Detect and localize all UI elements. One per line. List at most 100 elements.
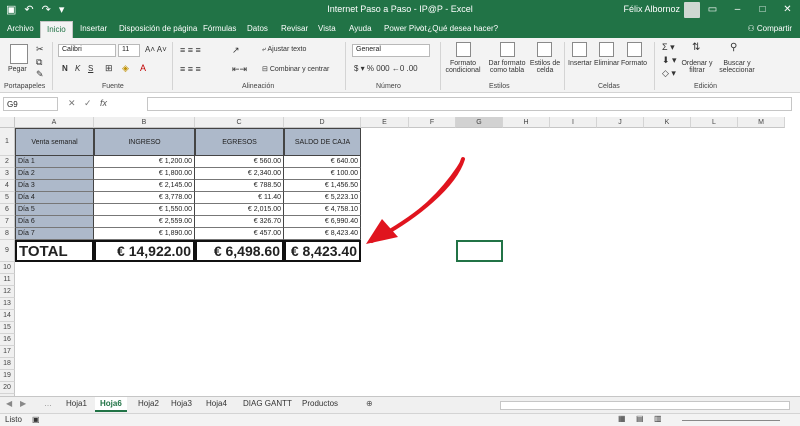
paste-label[interactable]: Pegar <box>8 66 27 73</box>
tab-archivo[interactable]: Archivo <box>7 24 34 33</box>
share-icon: ⚇ <box>747 24 757 33</box>
separator <box>52 42 53 90</box>
insert-cells-label[interactable]: Insertar <box>568 60 592 67</box>
italic-button[interactable]: K <box>75 64 80 73</box>
insert-cells-icon[interactable] <box>572 42 587 57</box>
lightbulb-icon: ♢ <box>418 24 428 33</box>
wrap-text-button[interactable]: ⤶ Ajustar texto <box>262 46 306 54</box>
share-label: Compartir <box>756 24 792 33</box>
font-size-select[interactable]: 11 <box>118 44 140 57</box>
sort-filter-icon[interactable]: ⇅ <box>692 42 700 53</box>
window-title: Internet Paso a Paso - IP@P - Excel <box>327 4 473 14</box>
tab-inicio[interactable]: Inicio <box>40 21 73 38</box>
close-icon[interactable]: ✕ <box>775 0 800 20</box>
group-label-font: Fuente <box>102 83 124 90</box>
cell-styles-label[interactable]: Estilos de celda <box>528 60 562 74</box>
find-select-label[interactable]: Buscar y seleccionar <box>714 60 760 74</box>
group-label-number: Número <box>376 83 401 90</box>
status-bar: Listo ▣ ▦ ▤ ▥ <box>0 413 800 426</box>
fill-icon[interactable]: ⬇ ▾ <box>662 55 677 66</box>
clear-icon[interactable]: ◇ ▾ <box>662 68 676 79</box>
format-table-icon[interactable] <box>500 42 515 57</box>
font-name-select[interactable]: Calibri <box>58 44 116 57</box>
sheet-tab-hoja4[interactable]: Hoja4 <box>206 399 227 408</box>
formula-bar: G9 ✕ ✓ fx <box>0 96 800 112</box>
tab-formulas[interactable]: Fórmulas <box>203 24 236 33</box>
grow-font-icon[interactable]: A˄ A˅ <box>145 45 167 54</box>
group-label-styles: Estilos <box>489 83 510 90</box>
align-top-icon[interactable]: ≡ ≡ ≡ <box>180 45 201 55</box>
minimize-icon[interactable]: – <box>725 0 750 20</box>
prev-sheet-icon[interactable]: ◀ <box>6 399 12 408</box>
bold-button[interactable]: N <box>62 64 68 73</box>
status-text: Listo <box>5 415 22 424</box>
separator <box>172 42 173 90</box>
add-sheet-icon[interactable]: ⊕ <box>366 399 373 408</box>
conditional-format-icon[interactable] <box>456 42 471 57</box>
accounting-format-icon[interactable]: $ ▾ % 000 ←0 .00 <box>354 64 418 73</box>
normal-view-icon[interactable]: ▦ <box>618 414 626 423</box>
tab-disposicion[interactable]: Disposición de página <box>119 24 197 33</box>
align-left-icon[interactable]: ≡ ≡ ≡ <box>180 64 201 74</box>
sheet-tab-bar: ◀ ▶ … Hoja1 Hoja6 Hoja2 Hoja3 Hoja4 DIAG… <box>0 396 800 413</box>
borders-icon[interactable]: ⊞ <box>105 63 113 74</box>
underline-button[interactable]: S <box>88 64 93 73</box>
zoom-slider[interactable] <box>682 420 780 421</box>
maximize-icon[interactable]: □ <box>750 0 775 20</box>
sheet-tab-diag-gantt[interactable]: DIAG GANTT <box>243 399 292 408</box>
sheet-tab-hoja2[interactable]: Hoja2 <box>138 399 159 408</box>
indent-icon[interactable]: ⇤⇥ <box>232 64 247 75</box>
tab-insertar[interactable]: Insertar <box>80 24 107 33</box>
tab-vista[interactable]: Vista <box>318 24 336 33</box>
format-table-label[interactable]: Dar formato como tabla <box>484 60 530 74</box>
cancel-icon[interactable]: ✕ <box>68 98 76 109</box>
user-name[interactable]: Félix Albornoz <box>623 4 680 14</box>
delete-cells-label[interactable]: Eliminar <box>594 60 619 67</box>
name-box[interactable]: G9 <box>3 97 58 111</box>
more-sheets-icon[interactable]: … <box>44 399 52 408</box>
next-sheet-icon[interactable]: ▶ <box>20 399 26 408</box>
macro-record-icon[interactable]: ▣ <box>32 415 40 424</box>
tab-ayuda[interactable]: Ayuda <box>349 24 372 33</box>
sheet-tab-productos[interactable]: Productos <box>302 399 338 408</box>
sheet-tab-hoja6[interactable]: Hoja6 <box>95 397 127 412</box>
copy-icon[interactable]: ⧉ <box>36 57 42 68</box>
page-layout-icon[interactable]: ▤ <box>636 414 644 423</box>
title-bar: ▣ ↶ ↷ ▾ Internet Paso a Paso - IP@P - Ex… <box>0 0 800 20</box>
tab-revisar[interactable]: Revisar <box>281 24 308 33</box>
cut-icon[interactable]: ✂ <box>36 44 44 55</box>
search-box[interactable]: ♢ ¿Qué desea hacer? <box>418 24 498 33</box>
sort-filter-label[interactable]: Ordenar y filtrar <box>678 60 716 74</box>
conditional-format-label[interactable]: Formato condicional <box>440 60 486 74</box>
formula-input[interactable] <box>147 97 792 111</box>
ribbon-tabs: Archivo Inicio Insertar Disposición de p… <box>0 20 800 38</box>
spreadsheet-grid[interactable]: ABCDEFGHIJKLM 1 2 3 4 5 6 7 8 9 10 11 12 13 14 15 16 17 1… <box>0 117 796 396</box>
merge-center-label: Combinar y centrar <box>269 66 330 73</box>
sheet-tab-hoja3[interactable]: Hoja3 <box>171 399 192 408</box>
find-icon[interactable]: ⚲ <box>730 42 737 53</box>
separator <box>345 42 346 90</box>
insert-function-icon[interactable]: fx <box>100 98 107 108</box>
wrap-text-label: Ajustar texto <box>267 46 307 53</box>
format-painter-icon[interactable]: ✎ <box>36 69 44 80</box>
ribbon-display-icon[interactable]: ▭ <box>700 0 725 20</box>
avatar[interactable] <box>684 2 700 18</box>
number-format-select[interactable]: General <box>352 44 430 57</box>
font-color-icon[interactable]: A <box>140 63 146 73</box>
cell-styles-icon[interactable] <box>537 42 552 57</box>
autosum-icon[interactable]: Σ ▾ <box>662 42 675 53</box>
merge-center-button[interactable]: ⊟ Combinar y centrar <box>262 65 329 73</box>
delete-cells-icon[interactable] <box>599 42 614 57</box>
horizontal-scrollbar[interactable] <box>500 401 790 410</box>
format-cells-icon[interactable] <box>627 42 642 57</box>
format-cells-label[interactable]: Formato <box>621 60 647 67</box>
merge-icon: ⊟ <box>262 66 270 73</box>
share-button[interactable]: ⚇ Compartir <box>747 24 792 33</box>
sheet-tab-hoja1[interactable]: Hoja1 <box>66 399 87 408</box>
page-break-icon[interactable]: ▥ <box>654 414 662 423</box>
enter-icon[interactable]: ✓ <box>84 98 92 109</box>
orientation-icon[interactable]: ↗ <box>232 45 240 56</box>
paste-icon[interactable] <box>10 44 28 64</box>
tab-datos[interactable]: Datos <box>247 24 268 33</box>
fill-color-icon[interactable]: ◈ <box>122 63 129 74</box>
